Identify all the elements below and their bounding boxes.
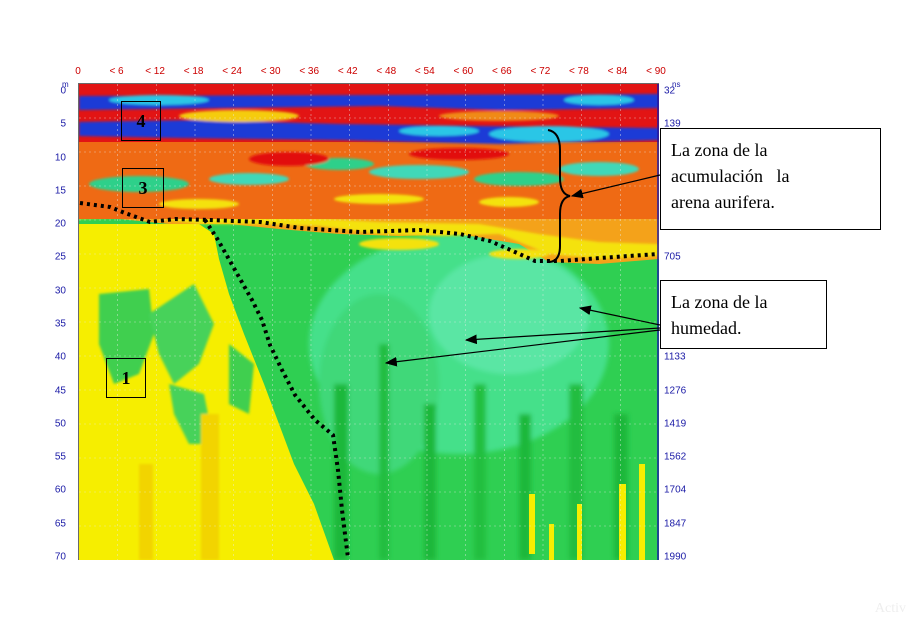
zone-label-1: 1 [106, 358, 146, 398]
sand-zone-bracket [547, 129, 571, 263]
note-gold-sand-line3: arena aurifera. [671, 192, 775, 212]
arrow-moisture-3 [384, 329, 661, 367]
arrow-moisture-1 [578, 305, 661, 326]
note-gold-sand-line1: La zona de la [671, 140, 768, 160]
note-moisture-line2: humedad. [671, 318, 742, 338]
zone-label-4: 4 [121, 101, 161, 141]
note-moisture-zone: La zona de la humedad. [660, 280, 827, 349]
arrow-sand [570, 174, 661, 199]
note-gold-sand-zone: La zona de la acumulación la arena aurif… [660, 128, 881, 230]
note-gold-sand-line2: acumulación la [671, 166, 790, 186]
note-moisture-line1: La zona de la [671, 292, 768, 312]
watermark-text: Activ [874, 601, 906, 616]
boundary-upper-dotted-line [79, 201, 659, 263]
zone-label-3: 3 [122, 168, 164, 208]
boundary-vertical-dotted-line [203, 218, 350, 559]
